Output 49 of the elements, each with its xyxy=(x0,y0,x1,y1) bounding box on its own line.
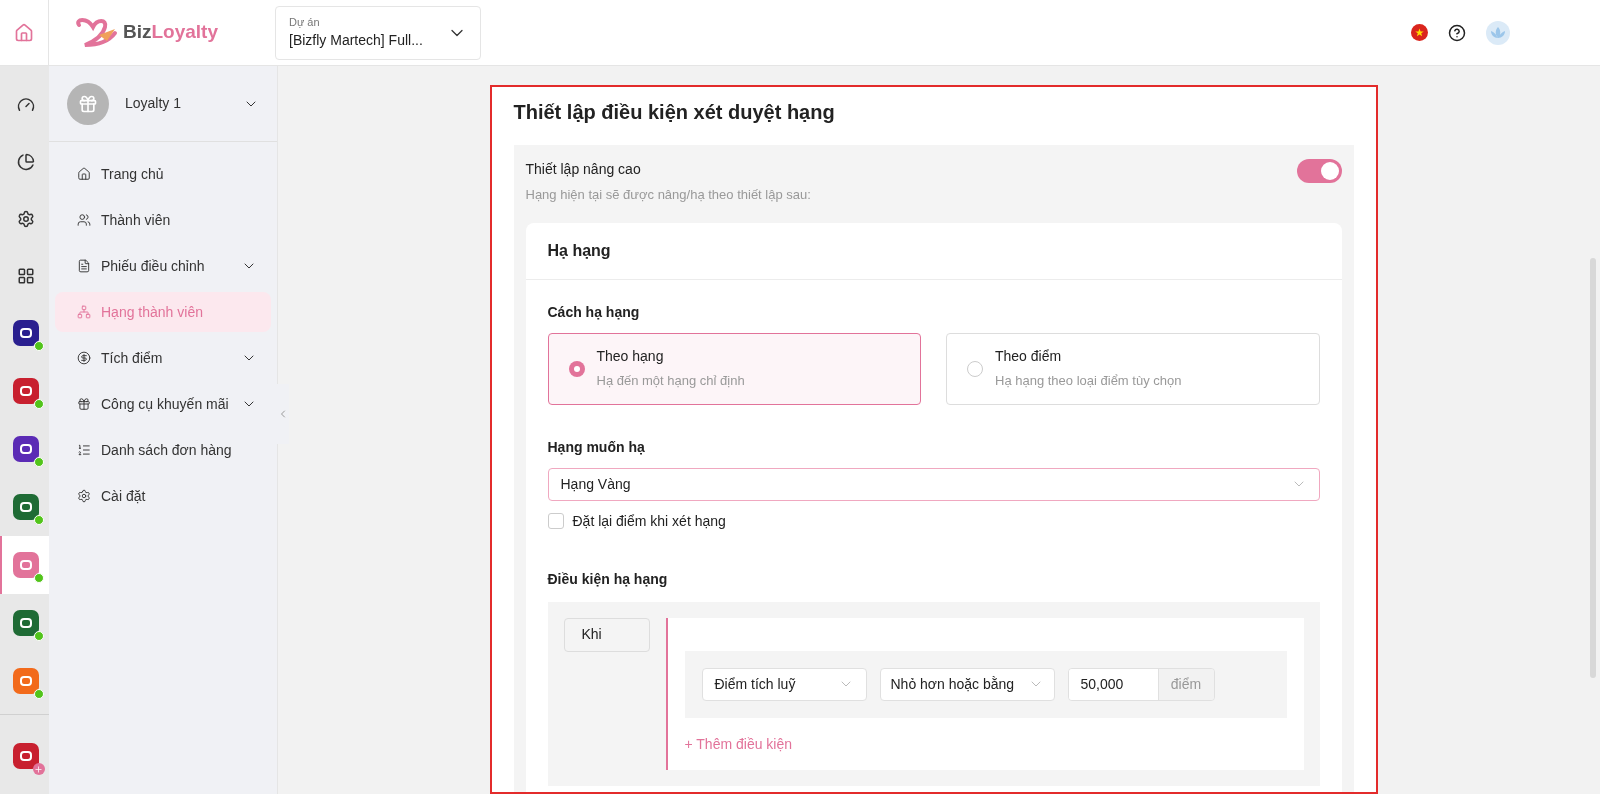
settings-icon xyxy=(16,209,35,228)
vietnam-flag-icon[interactable] xyxy=(1411,24,1428,41)
option-title: Theo hạng xyxy=(596,347,665,367)
checkbox[interactable] xyxy=(547,513,564,529)
account-name: Loyalty 1 xyxy=(125,94,182,113)
field-label: Điều kiện hạ hạng xyxy=(547,569,669,589)
grid-icon xyxy=(16,266,35,285)
radio-button[interactable] xyxy=(568,360,585,377)
option-description: Hạ hạng theo loại điểm tùy chọn xyxy=(995,372,1182,391)
field-label: Hạng muốn hạ xyxy=(547,437,646,457)
field-label: Cách hạ hạng xyxy=(547,302,641,322)
brand-name: BizLoyalty xyxy=(123,20,219,45)
gauge-icon xyxy=(16,95,35,114)
pie-chart-icon xyxy=(16,152,35,171)
user-icon xyxy=(77,213,91,227)
gift-icon xyxy=(77,397,91,411)
option-title: Theo điểm xyxy=(995,347,1063,367)
account-avatar xyxy=(67,82,109,125)
toggle-switch[interactable] xyxy=(1296,159,1342,183)
heart-logo-icon xyxy=(73,16,119,49)
rank-select[interactable]: Hạng Vàng xyxy=(547,467,1320,501)
when-tag: Khi xyxy=(563,617,650,652)
settings-icon xyxy=(77,489,91,503)
sidebar-item[interactable]: Phiếu điều chỉnh xyxy=(55,246,271,286)
sidebar-item[interactable]: Cài đặt xyxy=(55,476,271,516)
option-description: Hạ đến một hạng chỉ định xyxy=(596,372,745,391)
project-select[interactable]: Dự án [Bizfly Martech] Full... xyxy=(275,5,481,60)
card-title: Hạ hạng xyxy=(547,240,611,261)
sidebar-item[interactable]: Công cụ khuyến mãi xyxy=(55,384,271,424)
advanced-settings-description: Hạng hiện tại sẽ được nâng/hạ theo thiết lập sau: xyxy=(525,186,811,204)
home-icon xyxy=(77,167,91,181)
dollar-coin-icon xyxy=(77,351,91,365)
sidebar-item[interactable]: Trang chủ xyxy=(55,154,271,194)
sidebar-item[interactable]: Danh sách đơn hàng xyxy=(55,430,271,470)
sidebar-item[interactable]: Thành viên xyxy=(55,200,271,240)
home-icon[interactable] xyxy=(14,22,34,43)
advanced-settings-label: Thiết lập nâng cao xyxy=(525,160,642,179)
hierarchy-icon xyxy=(77,305,91,319)
help-icon[interactable] xyxy=(1448,23,1466,42)
radio-button[interactable] xyxy=(967,360,983,377)
field-select[interactable]: Điểm tích luỹ xyxy=(701,667,867,701)
list-icon xyxy=(77,443,91,457)
operator-select[interactable]: Nhỏ hơn hoặc bằng xyxy=(879,667,1055,701)
section-title: Thiết lập điều kiện xét duyệt hạng xyxy=(513,100,836,125)
radio-option-card[interactable]: Theo hạng Hạ đến một hạng chỉ định xyxy=(547,332,921,405)
sidebar-item[interactable]: Tích điểm xyxy=(55,338,271,378)
checkbox-label: Đặt lại điểm khi xét hạng xyxy=(572,511,726,531)
radio-option-card[interactable]: Theo điểm Hạ hạng theo loại điểm tùy chọn xyxy=(946,332,1320,405)
document-icon xyxy=(77,259,91,273)
